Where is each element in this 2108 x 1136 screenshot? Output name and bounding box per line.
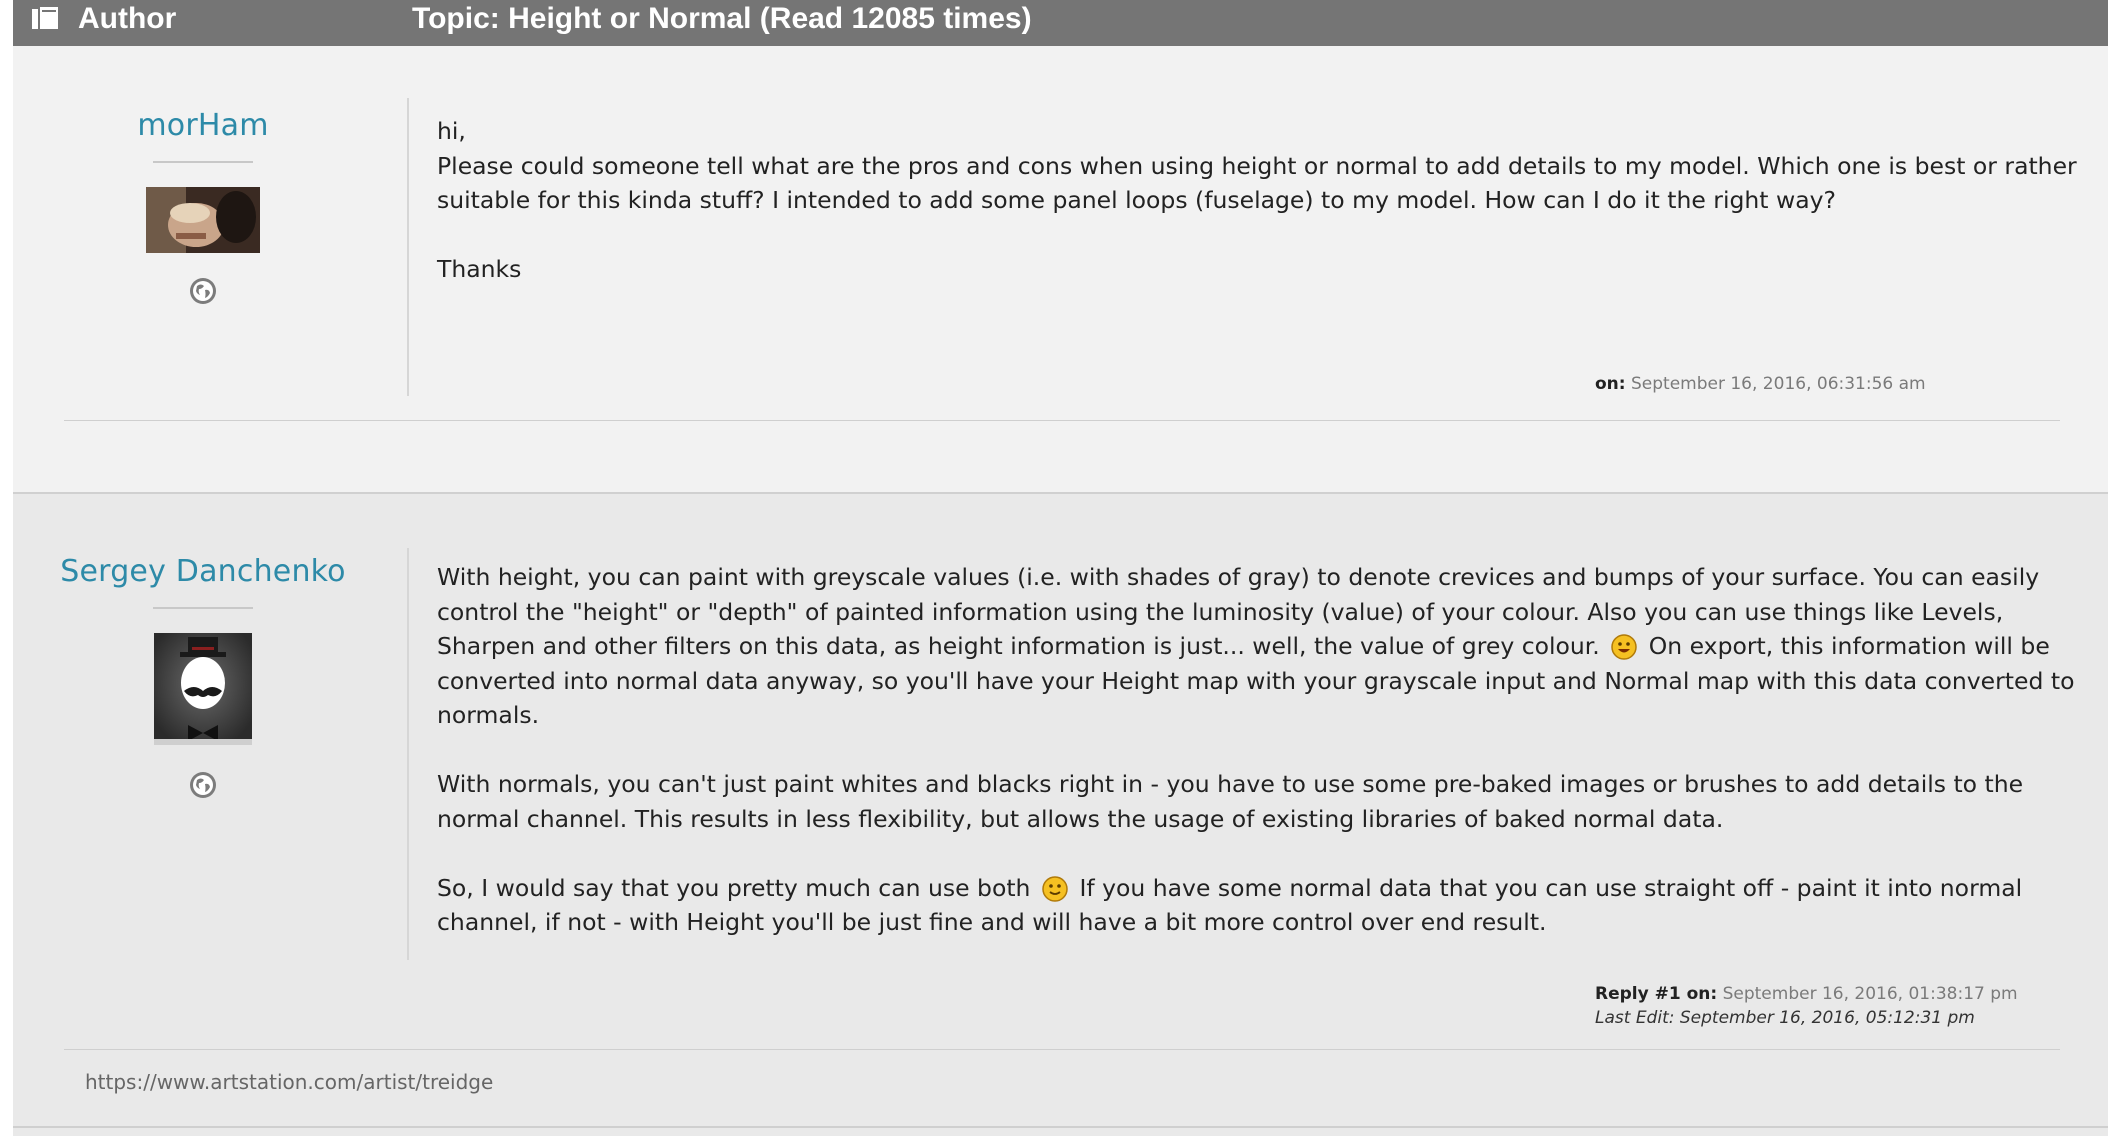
post-date-prefix: Reply #1 on: xyxy=(1595,984,1718,1004)
post-date-value[interactable]: September 16, 2016, 06:31:56 am xyxy=(1631,374,1926,394)
post-body: With height, you can paint with greyscal… xyxy=(437,560,2077,940)
poster-info: morHam xyxy=(13,108,393,305)
post-paragraph: Thanks xyxy=(437,255,522,283)
smiley-icon xyxy=(1042,875,1068,902)
post-paragraph: So, I would say that you pretty much can… xyxy=(437,871,2077,940)
post-footer-rule xyxy=(64,420,2060,421)
last-edit-text: Last Edit: September 16, 2016, 05:12:31 … xyxy=(1595,1008,1975,1028)
post-paragraph: With normals, you can't just paint white… xyxy=(437,770,2024,833)
poster-separator xyxy=(153,161,253,163)
poster-separator xyxy=(153,607,253,609)
signature-link[interactable]: https://www.artstation.com/artist/treidg… xyxy=(85,1070,493,1094)
avatar[interactable] xyxy=(146,187,260,253)
topic-header: Author Topic: Height or Normal (Read 120… xyxy=(13,0,2108,46)
post-date: Reply #1 on: September 16, 2016, 01:38:1… xyxy=(1595,984,2018,1004)
last-edit: Last Edit: September 16, 2016, 05:12:31 … xyxy=(1595,1008,1975,1028)
poster-info: Sergey Danchenko xyxy=(13,554,393,799)
post-date-prefix: on: xyxy=(1595,374,1626,394)
post-paragraph: Please could someone tell what are the p… xyxy=(437,151,2077,215)
post-divider xyxy=(407,548,409,960)
topic-title: Topic: Height or Normal (Read 12085 time… xyxy=(412,2,1032,35)
avatar[interactable] xyxy=(154,633,252,745)
post-2: Sergey Danchenko With height, you can pa… xyxy=(13,492,2108,1136)
post-date: on: September 16, 2016, 06:31:56 am xyxy=(1595,374,1926,394)
post-paragraph: With height, you can paint with greyscal… xyxy=(437,560,2077,733)
page-left-margin xyxy=(0,0,13,1136)
post-date-value[interactable]: September 16, 2016, 01:38:17 pm xyxy=(1723,984,2018,1004)
username-link[interactable]: morHam xyxy=(13,108,393,143)
globe-icon[interactable] xyxy=(189,277,217,305)
post-bottom-border xyxy=(13,1126,2108,1128)
username-link[interactable]: Sergey Danchenko xyxy=(13,554,393,589)
author-column-label: Author xyxy=(78,2,177,35)
post-1: morHam hi, Please could someone tell wha xyxy=(13,46,2108,492)
post-paragraph: hi, xyxy=(437,117,466,145)
post-text: So, I would say that you pretty much can… xyxy=(437,873,1031,902)
globe-icon[interactable] xyxy=(189,771,217,799)
book-icon xyxy=(32,7,58,29)
post-body: hi, Please could someone tell what are t… xyxy=(437,114,2077,287)
post-footer-rule xyxy=(64,1049,2060,1050)
smiley-icon xyxy=(1611,634,1638,660)
post-divider xyxy=(407,98,409,396)
